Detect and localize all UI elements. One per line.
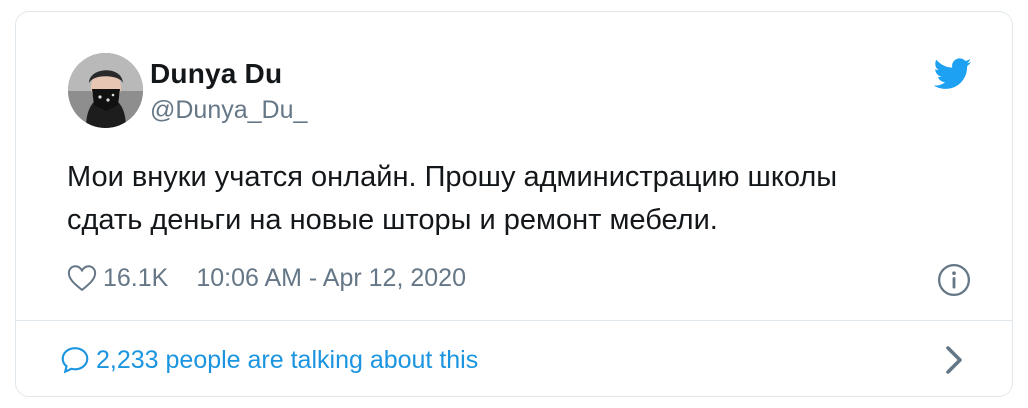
user-handle[interactable]: @Dunya_Du_: [150, 96, 307, 125]
conversation-link[interactable]: 2,233 people are talking about this: [60, 342, 478, 378]
tweet-text-line-2: сдать деньги на новые шторы и ремонт меб…: [67, 204, 718, 236]
tweet-text: Мои внуки учатся онлайн. Прошу администр…: [67, 156, 967, 242]
heart-icon[interactable]: [67, 264, 97, 292]
divider: [16, 320, 1012, 321]
chevron-right-icon[interactable]: [942, 344, 966, 376]
speech-bubble-icon: [61, 347, 89, 374]
tweet-meta: 16.1K 10:06 AM - Apr 12, 2020: [67, 261, 466, 295]
conversation-count-label: 2,233 people are talking about this: [96, 345, 479, 374]
avatar[interactable]: [68, 53, 143, 128]
tweet-card[interactable]: Dunya Du @Dunya_Du_ Мои внуки учатся онл…: [15, 11, 1013, 397]
info-icon[interactable]: [937, 263, 971, 297]
tweet-timestamp[interactable]: 10:06 AM - Apr 12, 2020: [196, 264, 466, 293]
tweet-text-line-1: Мои внуки учатся онлайн. Прошу администр…: [67, 161, 838, 193]
display-name[interactable]: Dunya Du: [150, 58, 282, 90]
like-count[interactable]: 16.1K: [103, 264, 168, 293]
twitter-bird-icon[interactable]: [934, 58, 972, 90]
